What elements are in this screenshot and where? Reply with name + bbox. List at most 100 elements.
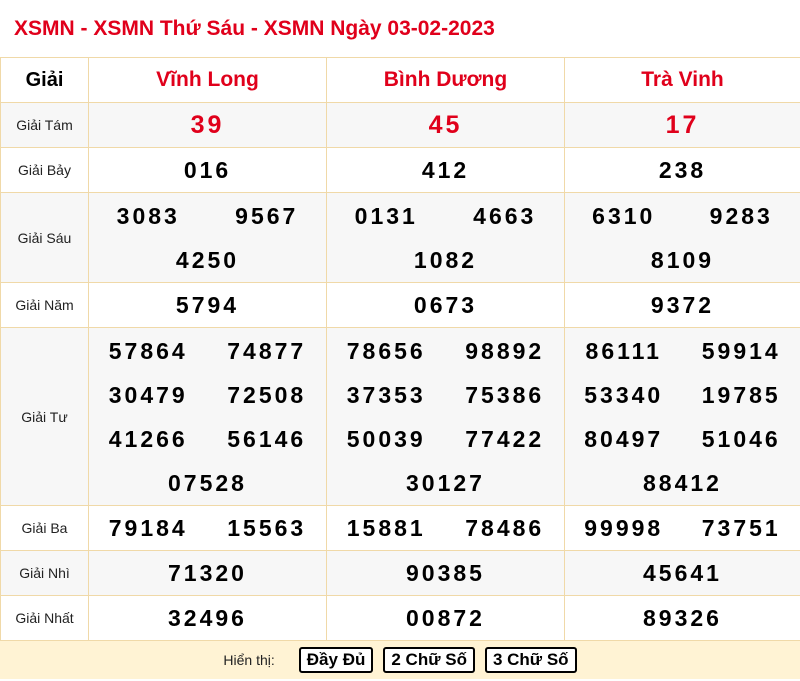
result-number: 5794 xyxy=(175,292,240,318)
result-number: 4250 xyxy=(175,246,240,273)
result-number: 412 xyxy=(421,157,470,183)
result-number: 51046 xyxy=(701,425,781,452)
result-number: 0673 xyxy=(413,292,478,318)
result-cell: 0131 4663 1082 xyxy=(326,192,565,283)
result-cell: 57864 74877 30479 72508 41266 56146 07528 xyxy=(88,327,327,506)
result-number: 73751 xyxy=(701,515,781,541)
result-number: 19785 xyxy=(701,381,781,408)
display-mode-bar: Hiển thị: Đầy Đủ 2 Chữ Số 3 Chữ Số xyxy=(0,641,800,679)
result-number: 78656 xyxy=(346,337,426,364)
result-number: 74877 xyxy=(227,337,307,364)
result-number: 6310 xyxy=(592,202,656,229)
prize-row: Giải Nhất 32496 00872 89326 xyxy=(0,595,800,641)
result-number: 80497 xyxy=(584,425,664,452)
result-cell: 238 xyxy=(564,147,800,193)
prize-name: Giải Sáu xyxy=(0,192,89,283)
result-cell: 17 xyxy=(564,102,800,148)
result-cell: 78656 98892 37353 75386 50039 77422 30127 xyxy=(326,327,565,506)
prize-name: Giải Tư xyxy=(0,327,89,506)
result-cell: 9372 xyxy=(564,282,800,328)
result-number: 17 xyxy=(665,111,700,139)
result-cell: 32496 xyxy=(88,595,327,641)
result-cell: 99998 73751 xyxy=(564,505,800,551)
result-cell: 5794 xyxy=(88,282,327,328)
result-number: 59914 xyxy=(701,337,781,364)
result-number: 4663 xyxy=(473,202,537,229)
result-number: 3083 xyxy=(116,202,180,229)
result-number: 30127 xyxy=(406,469,485,496)
result-cell: 0673 xyxy=(326,282,565,328)
result-cell: 86111 59914 53340 19785 80497 51046 88412 xyxy=(564,327,800,506)
prize-name: Giải Ba xyxy=(0,505,89,551)
result-number: 88412 xyxy=(643,469,722,496)
three-digits-button[interactable]: 3 Chữ Số xyxy=(484,647,577,673)
result-number: 89326 xyxy=(643,605,722,631)
result-number: 41266 xyxy=(108,425,188,452)
prize-row: Giải Nhì 71320 90385 45641 xyxy=(0,550,800,596)
prize-row: Giải Năm 5794 0673 9372 xyxy=(0,282,800,328)
result-number: 45 xyxy=(428,111,463,139)
result-number: 30479 xyxy=(108,381,188,408)
result-cell: 45641 xyxy=(564,550,800,596)
page-header: XSMN - XSMN Thứ Sáu - XSMN Ngày 03-02-20… xyxy=(0,0,800,57)
prize-row: Giải Tám 39 45 17 xyxy=(0,102,800,148)
result-number: 53340 xyxy=(584,381,664,408)
result-number: 9283 xyxy=(709,202,773,229)
province-header-tra-vinh[interactable]: Trà Vinh xyxy=(564,57,800,103)
result-number: 15881 xyxy=(346,515,426,541)
prize-name: Giải Tám xyxy=(0,102,89,148)
result-number: 71320 xyxy=(168,560,247,586)
result-number: 90385 xyxy=(406,560,485,586)
prize-name: Giải Bảy xyxy=(0,147,89,193)
result-number: 56146 xyxy=(227,425,307,452)
result-number: 8109 xyxy=(650,246,715,273)
two-digits-button[interactable]: 2 Chữ Số xyxy=(383,647,475,673)
result-cell: 90385 xyxy=(326,550,565,596)
result-cell: 39 xyxy=(88,102,327,148)
province-header-binh-duong[interactable]: Bình Dương xyxy=(326,57,565,103)
result-cell: 6310 9283 8109 xyxy=(564,192,800,283)
result-cell: 45 xyxy=(326,102,565,148)
result-number: 78486 xyxy=(465,515,545,541)
province-header-vinh-long[interactable]: Vĩnh Long xyxy=(88,57,327,103)
result-number: 98892 xyxy=(465,337,545,364)
result-number: 0131 xyxy=(354,202,418,229)
result-number: 1082 xyxy=(413,246,478,273)
prize-row: Giải Ba 79184 15563 15881 78486 99998 73751 xyxy=(0,505,800,551)
prize-row: Giải Tư 57864 74877 30479 72508 41266 56146 075… xyxy=(0,327,800,506)
result-number: 9372 xyxy=(650,292,715,318)
page-title: XSMN - XSMN Thứ Sáu - XSMN Ngày 03-02-20… xyxy=(14,16,495,40)
prize-name: Giải Nhì xyxy=(0,550,89,596)
prize-name: Giải Nhất xyxy=(0,595,89,641)
result-number: 238 xyxy=(658,157,707,183)
result-number: 72508 xyxy=(227,381,307,408)
result-number: 45641 xyxy=(643,560,722,586)
result-cell: 3083 9567 4250 xyxy=(88,192,327,283)
result-number: 79184 xyxy=(108,515,188,541)
result-number: 07528 xyxy=(168,469,247,496)
prize-name: Giải Năm xyxy=(0,282,89,328)
display-mode-label: Hiển thị: xyxy=(223,652,275,668)
result-number: 016 xyxy=(183,157,232,183)
result-cell: 016 xyxy=(88,147,327,193)
result-number: 9567 xyxy=(235,202,299,229)
result-cell: 412 xyxy=(326,147,565,193)
prize-column-header: Giải xyxy=(0,57,89,103)
result-number: 50039 xyxy=(346,425,426,452)
result-cell: 00872 xyxy=(326,595,565,641)
result-number: 32496 xyxy=(168,605,247,631)
result-number: 86111 xyxy=(585,337,662,364)
result-number: 57864 xyxy=(108,337,188,364)
prize-row: Giải Sáu 3083 9567 4250 0131 4663 1082 6310 9283… xyxy=(0,192,800,283)
result-cell: 71320 xyxy=(88,550,327,596)
result-number: 37353 xyxy=(346,381,426,408)
header-row: Giải Vĩnh Long Bình Dương Trà Vinh xyxy=(0,57,800,103)
full-digits-button[interactable]: Đầy Đủ xyxy=(298,647,374,673)
result-number: 75386 xyxy=(465,381,545,408)
result-number: 00872 xyxy=(406,605,485,631)
result-cell: 89326 xyxy=(564,595,800,641)
result-number: 39 xyxy=(190,111,225,139)
result-cell: 79184 15563 xyxy=(88,505,327,551)
result-number: 15563 xyxy=(227,515,307,541)
result-cell: 15881 78486 xyxy=(326,505,565,551)
